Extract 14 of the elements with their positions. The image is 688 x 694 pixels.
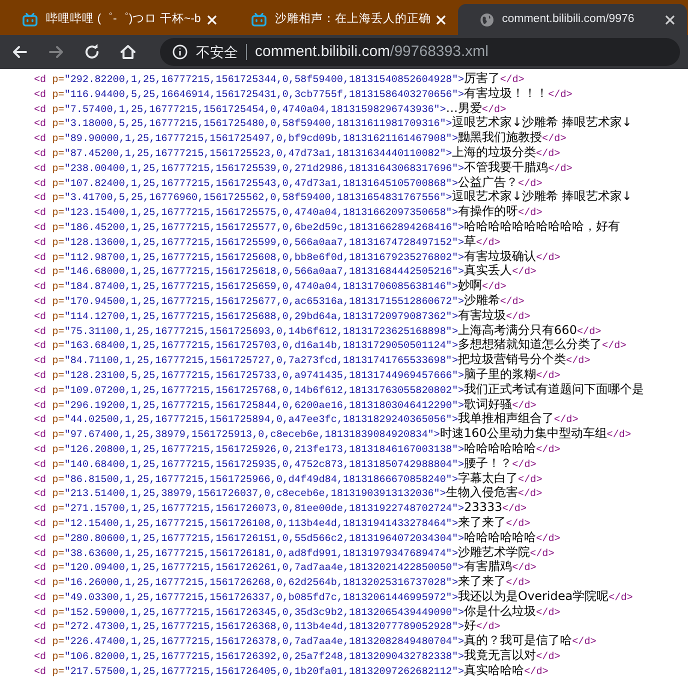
address-bar[interactable]: 不安全 comment.bilibili.com/99768393.xml xyxy=(160,38,680,66)
close-icon[interactable] xyxy=(665,14,675,24)
globe-icon xyxy=(480,12,494,26)
browser-tab[interactable]: comment.bilibili.com/9976 xyxy=(458,4,687,35)
browser-tab[interactable]: 沙雕相声：在上海丢人的正确 xyxy=(229,4,458,35)
url-text: comment.bilibili.com/99768393.xml xyxy=(255,42,488,62)
browser-tab[interactable]: 哔哩哔哩 (゜-゜)つロ 干杯~-b xyxy=(0,4,229,35)
tv-icon xyxy=(22,12,38,26)
security-label: 不安全 xyxy=(196,42,238,62)
tab-title: 沙雕相声：在上海丢人的正确 xyxy=(275,12,431,27)
info-icon[interactable] xyxy=(172,44,188,60)
tab-title: comment.bilibili.com/9976 xyxy=(502,12,634,27)
tab-title: 哔哩哔哩 (゜-゜)つロ 干杯~-b xyxy=(46,12,201,27)
tv-icon xyxy=(251,12,267,26)
